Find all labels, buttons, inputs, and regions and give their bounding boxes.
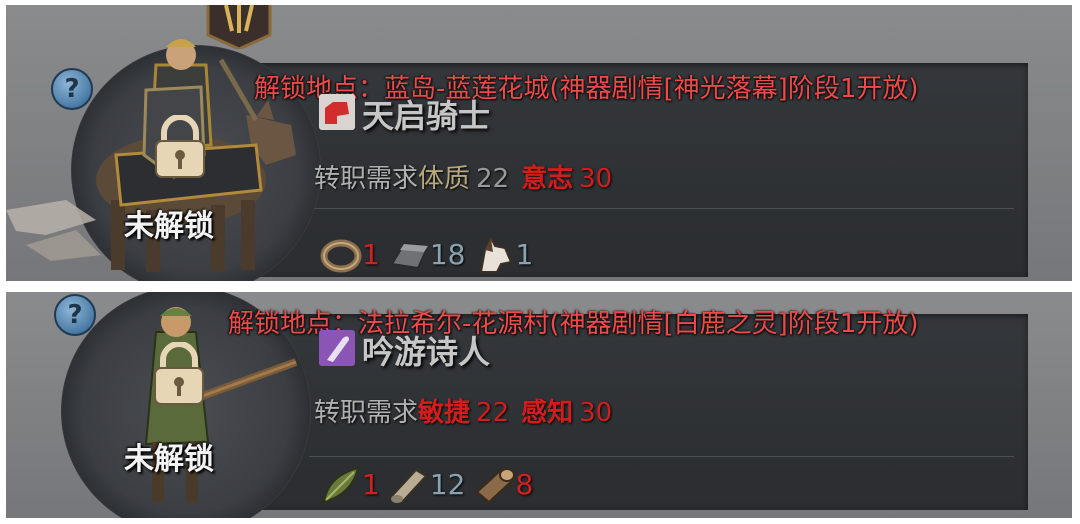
material-list: 1 18 1: [318, 232, 539, 276]
help-question-icon[interactable]: ?: [51, 68, 93, 110]
wood-log-icon: [475, 468, 516, 504]
material-item[interactable]: 1: [318, 232, 380, 276]
horse-head-icon: [480, 235, 513, 273]
material-count: 1: [362, 467, 380, 501]
class-card-apocalypse-knight[interactable]: 未解锁 ? 解锁地点：蓝岛-蓝莲花城(神器剧情[神光落幕]阶段1开放) 天启骑士…: [6, 5, 1072, 281]
stat-name-agility: 敏捷: [418, 398, 471, 428]
material-item[interactable]: 18: [386, 232, 466, 276]
material-count: 8: [515, 467, 534, 501]
requirement-label: 转职需求: [314, 164, 419, 194]
help-question-icon[interactable]: ?: [54, 294, 96, 336]
material-item[interactable]: 1: [471, 232, 533, 276]
material-list: 1 12 8: [318, 462, 539, 506]
material-item[interactable]: 1: [318, 462, 380, 506]
stat-value-agility: 22: [476, 398, 510, 428]
stat-requirements: 转职需求体质 22 意志 30: [314, 158, 624, 195]
locked-status-label: 未解锁: [124, 209, 214, 244]
material-item[interactable]: 8: [471, 462, 533, 506]
material-count: 1: [515, 237, 534, 271]
stat-value-perception: 30: [579, 398, 613, 428]
class-card-bard[interactable]: 未解锁 ? 解锁地点：法拉希尔-花源村(神器剧情[白鹿之灵]阶段1开放) 吟游诗…: [6, 292, 1072, 518]
bard-class-icon: [319, 330, 355, 366]
class-name-title: 天启骑士: [362, 97, 491, 135]
stat-value-constitution: 22: [476, 164, 510, 194]
leaf-icon: [322, 466, 360, 504]
padlock-icon: [155, 115, 205, 178]
ingot-icon: [390, 242, 430, 270]
material-count: 18: [429, 237, 466, 271]
ring-icon: [320, 239, 362, 273]
material-count: 1: [362, 237, 380, 271]
stat-requirements: 转职需求敏捷 22 感知 30: [314, 392, 624, 429]
panel-divider: [309, 208, 1014, 209]
locked-status-label: 未解锁: [124, 442, 214, 477]
stat-value-will: 30: [579, 164, 613, 194]
stat-name-perception: 感知: [521, 398, 574, 428]
stat-name-will: 意志: [521, 164, 574, 194]
panel-divider: [309, 456, 1014, 457]
material-item[interactable]: 12: [386, 462, 466, 506]
scroll-icon: [390, 468, 428, 504]
class-name-title: 吟游诗人: [362, 333, 491, 371]
padlock-icon: [154, 342, 204, 405]
requirement-label: 转职需求: [314, 398, 419, 428]
knight-class-icon: [319, 94, 355, 130]
stat-name-constitution: 体质: [418, 164, 471, 194]
material-count: 12: [429, 467, 466, 501]
